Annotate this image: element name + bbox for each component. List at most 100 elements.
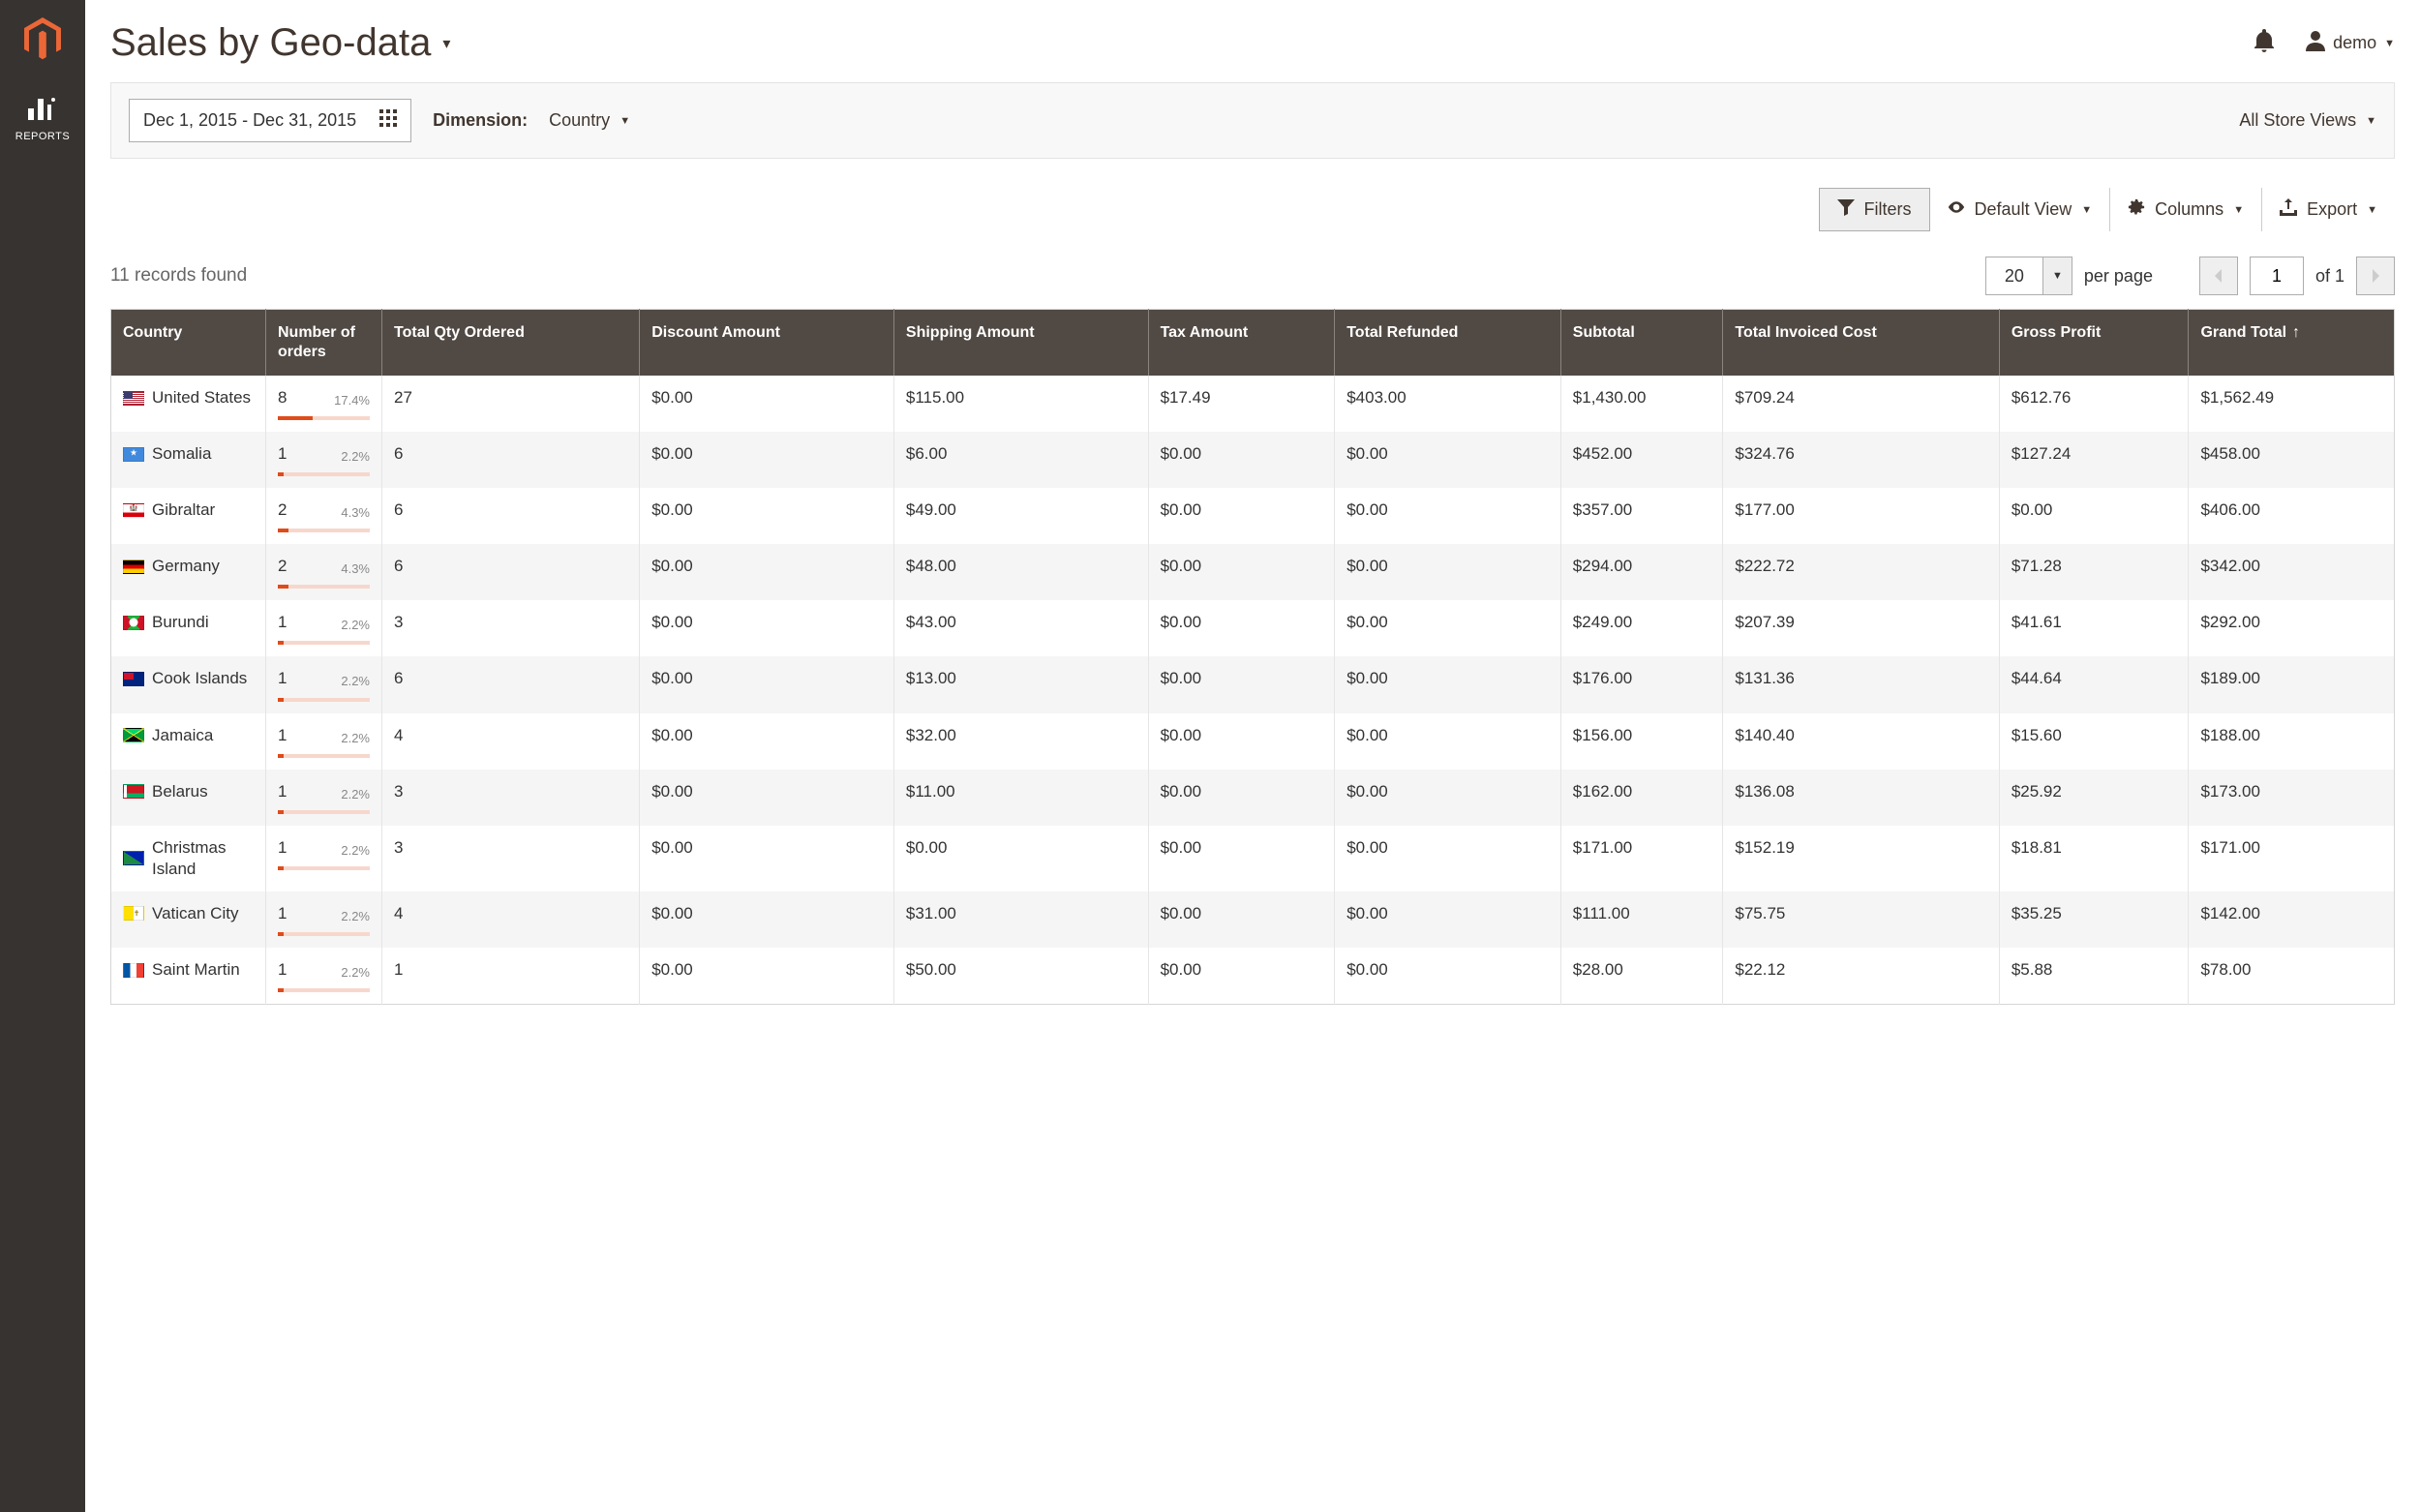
col-qty[interactable]: Total Qty Ordered [382, 310, 640, 377]
view-bookmarks-button[interactable]: Default View ▼ [1930, 188, 2111, 231]
cell-grand: $342.00 [2189, 544, 2395, 600]
cell-refunded: $0.00 [1335, 656, 1561, 712]
cell-grand: $406.00 [2189, 488, 2395, 544]
orders-pct: 4.3% [341, 561, 370, 578]
cell-qty: 6 [382, 656, 640, 712]
orders-count: 1 [278, 904, 287, 922]
user-icon [2306, 30, 2325, 56]
country-name: Christmas Island [152, 837, 254, 880]
col-shipping[interactable]: Shipping Amount [893, 310, 1148, 377]
cell-profit: $41.61 [1999, 600, 2189, 656]
chevron-down-icon: ▼ [2384, 38, 2395, 49]
columns-button[interactable]: Columns ▼ [2110, 188, 2262, 231]
nav-reports[interactable]: REPORTS [0, 85, 85, 160]
filters-button[interactable]: Filters [1819, 188, 1930, 231]
prev-page-button[interactable] [2199, 257, 2238, 295]
cell-qty: 3 [382, 826, 640, 892]
table-row[interactable]: Christmas Island 12.2% 3 $0.00 $0.00 $0.… [111, 826, 2395, 892]
cell-qty: 1 [382, 948, 640, 1005]
col-profit[interactable]: Gross Profit [1999, 310, 2189, 377]
table-row[interactable]: United States 817.4% 27 $0.00 $115.00 $1… [111, 376, 2395, 432]
cell-invoiced: $709.24 [1723, 376, 1999, 432]
col-country[interactable]: Country [111, 310, 266, 377]
col-grand[interactable]: Grand Total↑ [2189, 310, 2395, 377]
title-dropdown-icon[interactable]: ▾ [442, 34, 450, 53]
export-icon [2280, 198, 2297, 221]
col-discount[interactable]: Discount Amount [640, 310, 894, 377]
table-row[interactable]: Germany 24.3% 6 $0.00 $48.00 $0.00 $0.00… [111, 544, 2395, 600]
current-page-input[interactable] [2250, 257, 2304, 295]
cell-profit: $35.25 [1999, 892, 2189, 948]
cell-shipping: $115.00 [893, 376, 1148, 432]
cell-subtotal: $452.00 [1560, 432, 1723, 488]
country-name: Jamaica [152, 725, 213, 746]
cell-grand: $173.00 [2189, 770, 2395, 826]
orders-pct: 17.4% [334, 393, 370, 409]
columns-label: Columns [2155, 199, 2223, 220]
cell-refunded: $0.00 [1335, 544, 1561, 600]
table-row[interactable]: Gibraltar 24.3% 6 $0.00 $49.00 $0.00 $0.… [111, 488, 2395, 544]
store-scope-value: All Store Views [2239, 110, 2356, 131]
country-name: Gibraltar [152, 499, 215, 521]
cell-refunded: $0.00 [1335, 770, 1561, 826]
country-name: Germany [152, 556, 220, 577]
cell-grand: $292.00 [2189, 600, 2395, 656]
orders-count: 1 [278, 838, 287, 857]
orders-pct: 2.2% [341, 731, 370, 747]
cell-qty: 3 [382, 770, 640, 826]
cell-invoiced: $152.19 [1723, 826, 1999, 892]
flag-icon [123, 851, 144, 865]
cell-grand: $458.00 [2189, 432, 2395, 488]
magento-logo[interactable] [0, 0, 85, 85]
orders-bar [278, 754, 370, 758]
controls-bar: Dec 1, 2015 - Dec 31, 2015 Dimension: Co… [110, 82, 2395, 159]
page-size-dropdown[interactable]: ▼ [2043, 257, 2072, 295]
orders-count: 1 [278, 444, 287, 463]
export-button[interactable]: Export ▼ [2262, 188, 2395, 231]
cell-invoiced: $207.39 [1723, 600, 1999, 656]
col-subtotal[interactable]: Subtotal [1560, 310, 1723, 377]
next-page-button[interactable] [2356, 257, 2395, 295]
col-tax[interactable]: Tax Amount [1148, 310, 1335, 377]
flag-icon [123, 906, 144, 921]
table-row[interactable]: Cook Islands 12.2% 6 $0.00 $13.00 $0.00 … [111, 656, 2395, 712]
cell-qty: 4 [382, 713, 640, 770]
orders-pct: 4.3% [341, 505, 370, 522]
cell-discount: $0.00 [640, 376, 894, 432]
orders-bar [278, 585, 370, 589]
table-row[interactable]: Jamaica 12.2% 4 $0.00 $32.00 $0.00 $0.00… [111, 713, 2395, 770]
date-range-picker[interactable]: Dec 1, 2015 - Dec 31, 2015 [129, 99, 411, 142]
cell-subtotal: $1,430.00 [1560, 376, 1723, 432]
col-orders[interactable]: Number of orders [266, 310, 382, 377]
table-row[interactable]: Vatican City 12.2% 4 $0.00 $31.00 $0.00 … [111, 892, 2395, 948]
table-row[interactable]: Burundi 12.2% 3 $0.00 $43.00 $0.00 $0.00… [111, 600, 2395, 656]
orders-bar [278, 472, 370, 476]
cell-refunded: $0.00 [1335, 948, 1561, 1005]
table-row[interactable]: Somalia 12.2% 6 $0.00 $6.00 $0.00 $0.00 … [111, 432, 2395, 488]
cell-invoiced: $177.00 [1723, 488, 1999, 544]
col-refunded[interactable]: Total Refunded [1335, 310, 1561, 377]
cell-discount: $0.00 [640, 826, 894, 892]
cell-refunded: $0.00 [1335, 892, 1561, 948]
col-invoiced[interactable]: Total Invoiced Cost [1723, 310, 1999, 377]
cell-subtotal: $176.00 [1560, 656, 1723, 712]
cell-discount: $0.00 [640, 600, 894, 656]
dimension-select[interactable]: Country ▼ [549, 110, 630, 131]
cell-invoiced: $222.72 [1723, 544, 1999, 600]
per-page-label: per page [2084, 266, 2153, 287]
cell-profit: $18.81 [1999, 826, 2189, 892]
chart-bar-icon [0, 95, 85, 125]
user-menu[interactable]: demo ▼ [2306, 30, 2395, 56]
chevron-down-icon: ▼ [2366, 115, 2376, 127]
gear-icon [2128, 198, 2145, 221]
cell-shipping: $32.00 [893, 713, 1148, 770]
cell-discount: $0.00 [640, 713, 894, 770]
table-row[interactable]: Saint Martin 12.2% 1 $0.00 $50.00 $0.00 … [111, 948, 2395, 1005]
cell-qty: 3 [382, 600, 640, 656]
cell-profit: $25.92 [1999, 770, 2189, 826]
table-row[interactable]: Belarus 12.2% 3 $0.00 $11.00 $0.00 $0.00… [111, 770, 2395, 826]
cell-discount: $0.00 [640, 948, 894, 1005]
store-scope-select[interactable]: All Store Views ▼ [2239, 110, 2376, 131]
notifications-icon[interactable] [2254, 29, 2275, 57]
orders-bar [278, 529, 370, 532]
